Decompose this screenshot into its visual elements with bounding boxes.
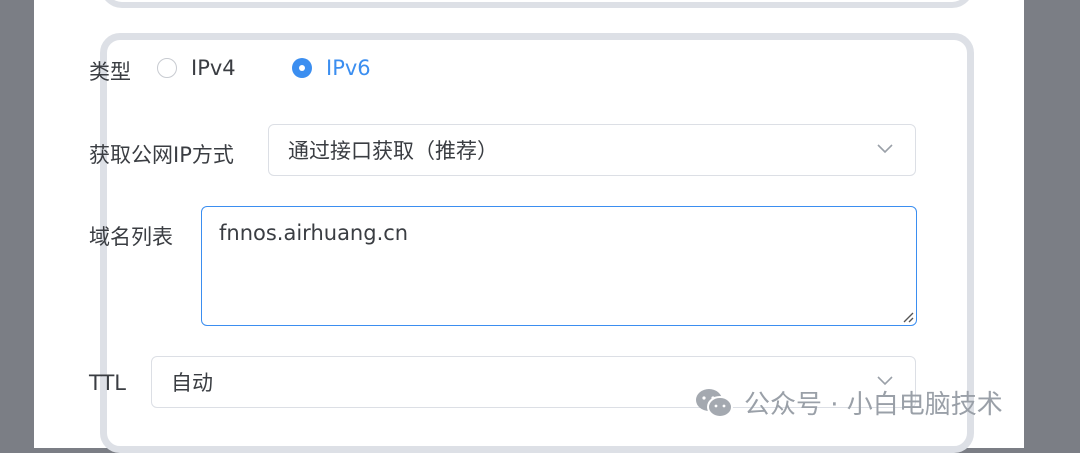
resize-handle-icon[interactable]	[902, 311, 914, 323]
ip-method-label: 获取公网IP方式	[89, 143, 234, 167]
domain-list-value: fnnos.airhuang.cn	[219, 221, 409, 245]
radio-ipv6-circle[interactable]	[292, 58, 312, 78]
radio-ipv4-circle[interactable]	[157, 58, 177, 78]
type-label: 类型	[89, 60, 131, 84]
radio-ipv6[interactable]: IPv6	[292, 56, 371, 80]
ttl-label: TTL	[89, 371, 126, 395]
radio-ipv6-label: IPv6	[326, 56, 371, 80]
radio-ipv4-label: IPv4	[191, 56, 236, 80]
chevron-down-icon	[877, 144, 893, 154]
watermark: 公众号 · 小白电脑技术	[694, 384, 1003, 421]
watermark-text: 公众号 · 小白电脑技术	[744, 390, 1003, 420]
ip-method-select[interactable]: 通过接口获取（推荐）	[268, 124, 916, 176]
previous-record-card	[100, 0, 974, 8]
domain-list-textarea[interactable]: fnnos.airhuang.cn	[201, 206, 917, 326]
ttl-value: 自动	[171, 371, 213, 395]
radio-ipv4[interactable]: IPv4	[157, 56, 236, 80]
dialog-panel: 类型 IPv4 IPv6 获取公网IP方式 通过接口获取（推荐） 域名列表 fn…	[34, 0, 1024, 453]
ip-method-value: 通过接口获取（推荐）	[288, 139, 498, 163]
wechat-icon	[696, 388, 733, 418]
domain-list-label: 域名列表	[89, 225, 173, 249]
